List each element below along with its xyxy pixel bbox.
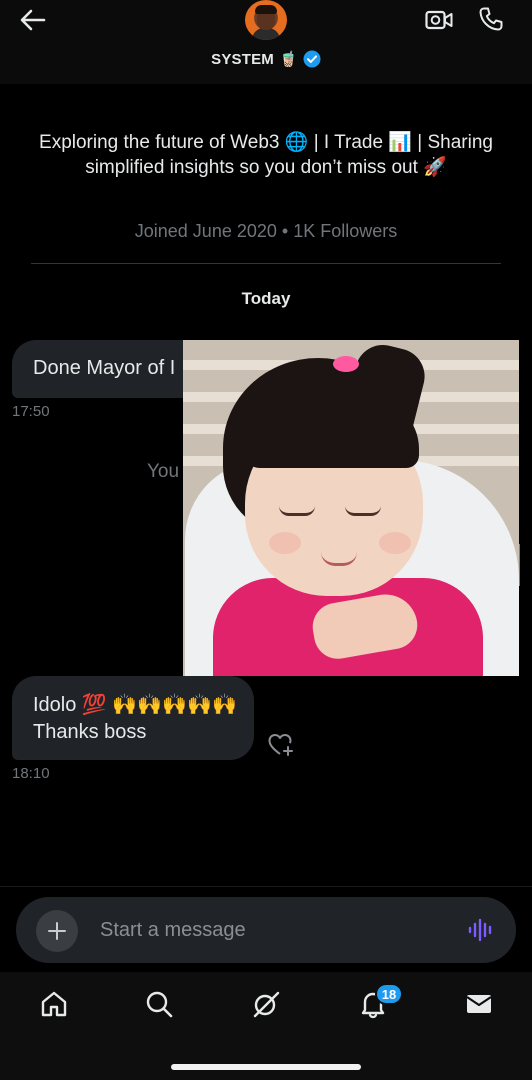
add-media-button[interactable]	[36, 910, 78, 952]
voice-message-button[interactable]	[466, 914, 496, 946]
message-time: 17:50	[12, 403, 50, 420]
day-label: Today	[241, 289, 291, 308]
grok-icon	[253, 991, 280, 1018]
avatar[interactable]	[245, 0, 287, 40]
divider	[31, 263, 501, 264]
heart-plus-icon	[268, 734, 293, 756]
notifications-count-badge: 18	[375, 983, 403, 1005]
conversation-header: SYSTEM 🧋	[0, 0, 532, 84]
add-reaction-button[interactable]	[267, 731, 295, 759]
plus-icon	[48, 922, 66, 940]
username-row[interactable]: SYSTEM 🧋	[0, 50, 532, 68]
home-indicator[interactable]	[171, 1064, 361, 1070]
message-text: Thanks boss	[33, 721, 147, 743]
home-icon	[41, 991, 67, 1017]
video-camera-icon	[425, 10, 453, 30]
message-sender-label: You	[147, 461, 180, 482]
name-emoji: 🧋	[279, 51, 298, 68]
profile-bio: Exploring the future of Web3 🌐 | I Trade…	[39, 132, 493, 178]
message-text: Idolo 💯 🙌🙌🙌🙌🙌	[33, 694, 237, 716]
search-icon	[146, 991, 173, 1018]
video-call-button[interactable]	[424, 6, 454, 34]
nav-search[interactable]	[141, 986, 177, 1022]
message-input[interactable]	[100, 912, 440, 948]
back-button[interactable]	[18, 6, 48, 34]
nav-messages[interactable]	[461, 986, 497, 1022]
overlay-photo-image	[183, 340, 519, 676]
nav-grok[interactable]	[248, 986, 284, 1022]
profile-joined-followers[interactable]: Joined June 2020 • 1K Followers	[0, 221, 532, 242]
message-time: 18:10	[12, 765, 50, 782]
call-button[interactable]	[476, 4, 506, 34]
verified-badge-icon	[303, 50, 321, 68]
mail-icon	[466, 995, 492, 1013]
username: SYSTEM	[211, 50, 274, 68]
back-arrow-icon	[20, 9, 46, 31]
nav-home[interactable]	[36, 986, 72, 1022]
phone-icon	[479, 7, 503, 31]
message-bubble[interactable]: Idolo 💯 🙌🙌🙌🙌🙌 Thanks boss	[12, 676, 254, 760]
message-bubble[interactable]: Done Mayor of I	[12, 340, 212, 398]
voice-wave-icon	[468, 918, 492, 942]
message-text: Done Mayor of I	[33, 357, 176, 379]
